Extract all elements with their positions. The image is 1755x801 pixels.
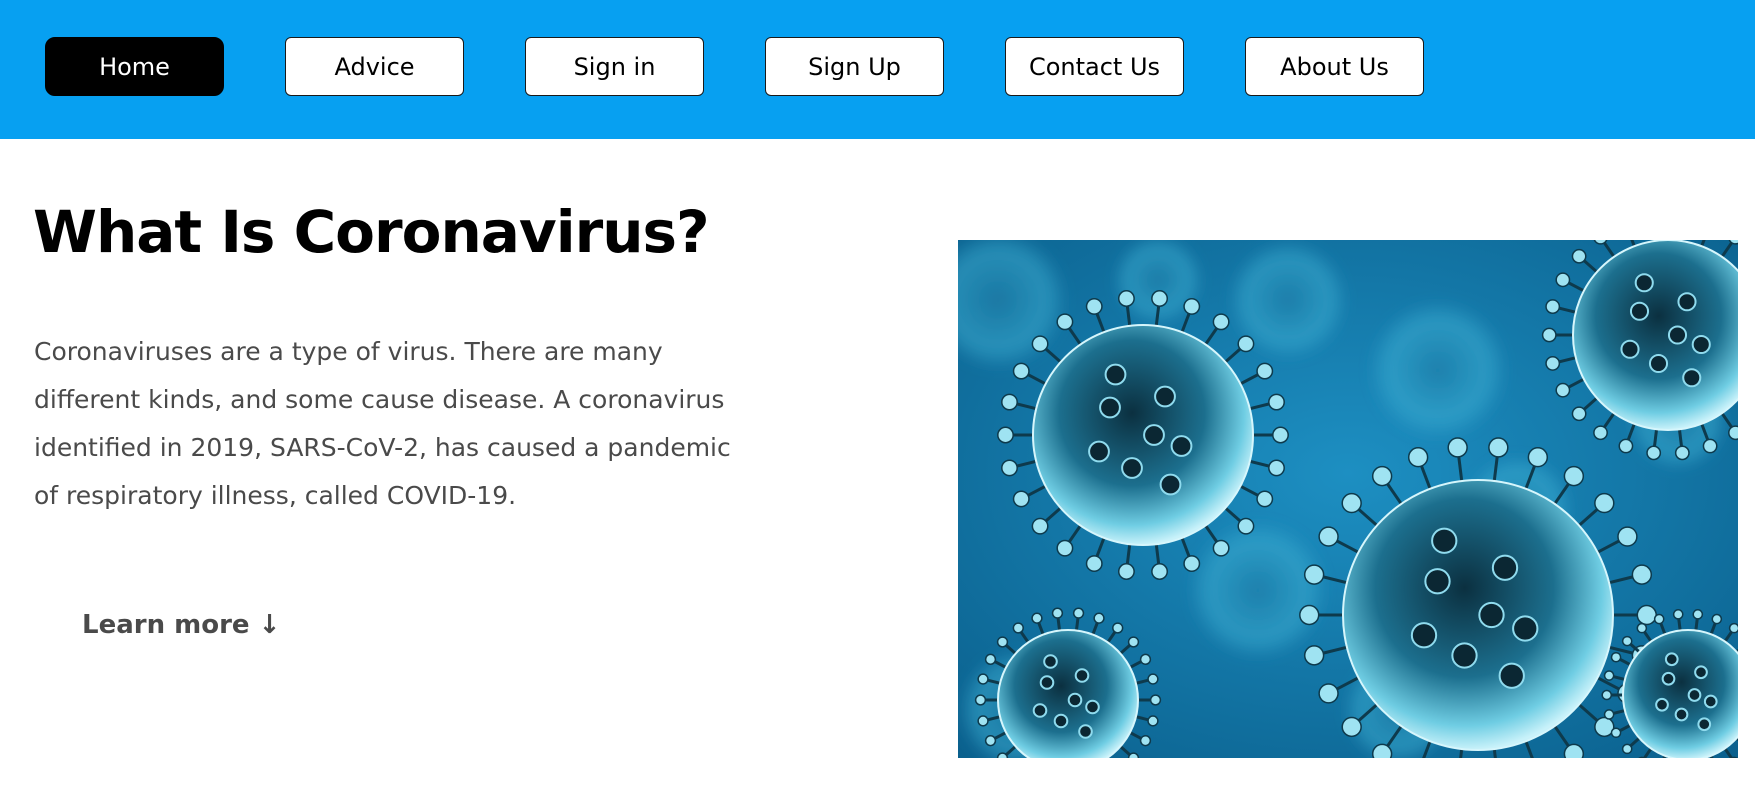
- nav-sign-up-button[interactable]: Sign Up: [765, 37, 944, 96]
- coronavirus-image: [958, 240, 1738, 758]
- page-title: What Is Coronavirus?: [33, 198, 710, 266]
- nav-home-button[interactable]: Home: [45, 37, 224, 96]
- coronavirus-illustration: [958, 240, 1738, 758]
- nav-about-us-button[interactable]: About Us: [1245, 37, 1424, 96]
- nav-sign-in-button[interactable]: Sign in: [525, 37, 704, 96]
- nav-advice-button[interactable]: Advice: [285, 37, 464, 96]
- intro-line: Coronaviruses are a type of virus. There…: [34, 337, 663, 366]
- intro-line: different kinds, and some cause disease.…: [34, 385, 725, 414]
- learn-more-link[interactable]: Learn more ↓: [82, 610, 280, 640]
- intro-paragraph: Coronaviruses are a type of virus. There…: [34, 328, 834, 520]
- nav-contact-us-button[interactable]: Contact Us: [1005, 37, 1184, 96]
- intro-line: of respiratory illness, called COVID-19.: [34, 481, 517, 510]
- intro-line: identified in 2019, SARS-CoV-2, has caus…: [34, 433, 731, 462]
- top-navbar: Home Advice Sign in Sign Up Contact Us A…: [0, 0, 1755, 139]
